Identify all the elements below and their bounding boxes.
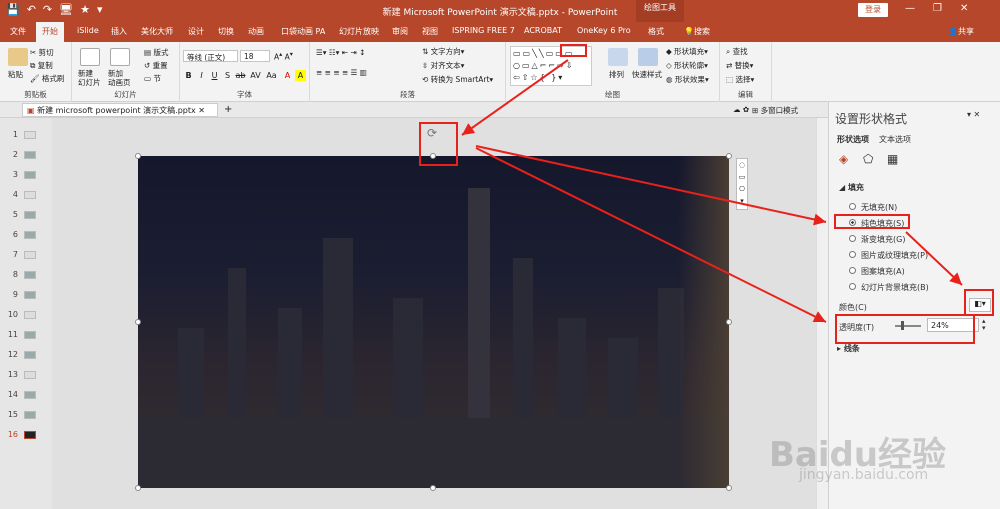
annotation-arrow — [905, 231, 963, 286]
annotation-arrow — [475, 145, 827, 226]
annotation-arrows — [461, 44, 963, 323]
annotation-arrow — [475, 147, 827, 323]
annotation-box — [560, 44, 587, 57]
annotation-arrow — [461, 59, 569, 136]
